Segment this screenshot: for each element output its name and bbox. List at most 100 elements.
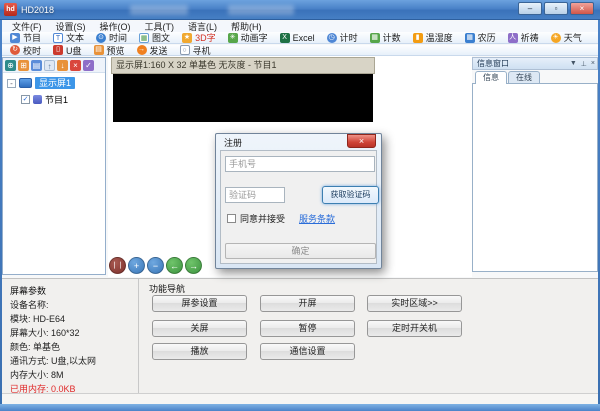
program-node-icon — [33, 95, 42, 104]
register-dialog: 注册 × 获取验证码 同意并接受 服务条款 确定 — [215, 133, 382, 269]
titlebar: hd HD2018 – ▫ × — [0, 0, 600, 20]
toolbar-item-weather[interactable]: ☀ 天气 — [550, 31, 582, 44]
paste-icon[interactable]: ▤ — [31, 59, 42, 71]
toolbar-primary: ▶ 节目 T 文本 ⊙ 时间 ▦ 图文 ★ 3D字 ✳ 动画字 X Excel ◷ 计时 ▦ 计数… — [2, 32, 598, 44]
close-button[interactable]: × — [570, 2, 594, 15]
tree-toolbar: ⊕ ⊞ ▤ ↑ ↓ × ✓ — [3, 58, 105, 73]
pause-button[interactable]: 暂停 — [260, 320, 355, 337]
toolbar-item-3d-text[interactable]: ★ 3D字 — [182, 31, 216, 44]
toolbar-item-timer[interactable]: ◷ 计时 — [326, 31, 358, 44]
toolbar-item-time-sync[interactable]: ↻ 校时 — [10, 44, 41, 57]
comm-settings-button[interactable]: 通信设置 — [260, 343, 355, 360]
ok-button[interactable]: 确定 — [225, 243, 376, 259]
collapse-panel-icon[interactable]: ▼ — [568, 60, 579, 67]
verification-code-input[interactable] — [225, 187, 285, 203]
tree-node-screen-label: 显示屏1 — [35, 77, 76, 89]
screen-settings-button[interactable]: 屏参设置 — [152, 295, 247, 312]
realtime-area-button[interactable]: 实时区域>> — [367, 295, 462, 312]
tree-node-program[interactable]: ✓ 节目1 — [17, 93, 105, 106]
toolbar-item-excel[interactable]: X Excel — [279, 32, 315, 43]
toolbar-item-counter[interactable]: ▦ 计数 — [369, 31, 401, 44]
minimize-button[interactable]: – — [518, 2, 542, 15]
app-logo-icon: hd — [4, 3, 17, 16]
collapse-icon[interactable]: - — [7, 78, 16, 88]
toolbar-item-prayer[interactable]: 人祈祷 — [507, 31, 539, 44]
time-icon: ⊙ — [96, 32, 107, 43]
program-checkbox[interactable]: ✓ — [21, 95, 30, 104]
info-panel-header: 信息窗口 ▼ ⊥ × — [472, 57, 598, 70]
phone-input[interactable] — [225, 156, 375, 172]
time-sync-icon: ↻ — [10, 45, 20, 55]
screen-caption: 显示屏1:160 X 32 单基色 无灰度 - 节目1 — [111, 57, 375, 74]
next-icon[interactable]: → — [185, 257, 202, 274]
close-panel-icon[interactable]: × — [589, 60, 597, 67]
copy-icon[interactable]: ⊞ — [18, 59, 29, 71]
timer-icon: ◷ — [326, 32, 337, 43]
play-button[interactable]: 播放 — [152, 343, 247, 360]
program-icon: ▶ — [10, 32, 20, 43]
toolbar-item-find-device[interactable]: ○ 寻机 — [179, 44, 211, 57]
param-memory-size: 内存大小: 8M — [10, 370, 64, 380]
get-code-button[interactable]: 获取验证码 — [322, 186, 379, 204]
pin-icon[interactable]: ⊥ — [579, 60, 589, 68]
toolbar-item-preview[interactable]: ▤ 预览 — [93, 44, 125, 57]
delete-icon[interactable]: × — [70, 59, 81, 71]
terms-link[interactable]: 服务条款 — [299, 212, 335, 225]
usb-drive-icon: ▯ — [53, 45, 64, 55]
image-text-icon: ▦ — [139, 32, 150, 43]
maximize-button[interactable]: ▫ — [544, 2, 568, 15]
find-device-icon: ○ — [179, 45, 190, 55]
open-screen-button[interactable]: 开屏 — [260, 295, 355, 312]
function-nav-panel: 功能导航 屏参设置 开屏 实时区域>> 关屏 暂停 定时开关机 播放 通信设置 — [139, 279, 472, 394]
window-border-bottom — [0, 404, 600, 411]
screen-params-title: 屏幕参数 — [10, 286, 47, 296]
dialog-close-button[interactable]: × — [347, 134, 376, 148]
param-comm-mode: 通讯方式: U盘,以太网 — [10, 356, 97, 366]
param-screen-size: 屏幕大小: 160*32 — [10, 328, 80, 338]
toolbar-item-send[interactable]: → 发送 — [136, 44, 168, 57]
zoom-out-icon[interactable]: − — [147, 257, 164, 274]
preview-icon: ▤ — [93, 45, 104, 55]
prayer-icon: 人 — [507, 32, 518, 43]
redacted-text — [228, 5, 294, 15]
dialog-body: 获取验证码 同意并接受 服务条款 确定 — [220, 150, 379, 264]
info-panel: 信息窗口 ▼ ⊥ × 信息 在线 — [472, 57, 598, 272]
info-panel-content — [472, 83, 598, 272]
toolbar-item-temperature[interactable]: ▮ 温湿度 — [412, 31, 453, 44]
status-bar — [2, 393, 598, 404]
lunar-calendar-icon: ▦ — [464, 32, 475, 43]
toolbar-item-lunar[interactable]: ▦ 农历 — [464, 31, 496, 44]
close-screen-button[interactable]: 关屏 — [152, 320, 247, 337]
zoom-in-icon[interactable]: + — [128, 257, 145, 274]
settings-icon[interactable]: ⊕ — [5, 59, 16, 71]
tab-info[interactable]: 信息 — [475, 71, 507, 84]
playback-controls: ❘❘ + − ← → — [109, 257, 202, 274]
toolbar-item-usb[interactable]: ▯ U盘 — [53, 44, 82, 57]
animated-text-icon: ✳ — [227, 32, 238, 43]
toolbar-item-image-text[interactable]: ▦ 图文 — [139, 31, 170, 44]
info-panel-title: 信息窗口 — [477, 59, 509, 68]
function-nav-title: 功能导航 — [149, 284, 186, 294]
tree-node-screen[interactable]: - 显示屏1 — [3, 77, 105, 89]
led-preview-screen[interactable] — [113, 74, 373, 122]
agree-checkbox[interactable] — [227, 214, 236, 223]
toolbar-item-time[interactable]: ⊙ 时间 — [96, 31, 127, 44]
pause-icon[interactable]: ❘❘ — [109, 257, 126, 274]
move-up-icon[interactable]: ↑ — [44, 59, 55, 71]
excel-icon: X — [279, 32, 290, 43]
agree-label: 同意并接受 — [240, 214, 286, 224]
toolbar-item-animated-text[interactable]: ✳ 动画字 — [227, 31, 268, 44]
param-module: 模块: HD-E64 — [10, 314, 66, 324]
toolbar-item-text[interactable]: T 文本 — [53, 31, 84, 44]
screen-params-panel: 屏幕参数 设备名称: 模块: HD-E64 屏幕大小: 160*32 颜色: 单… — [2, 279, 139, 394]
send-icon: → — [136, 45, 147, 55]
select-all-icon[interactable]: ✓ — [83, 59, 94, 71]
toolbar-secondary: ↻ 校时 ▯ U盘 ▤ 预览 → 发送 ○ 寻机 — [2, 45, 598, 56]
agree-row: 同意并接受 服务条款 — [227, 212, 335, 225]
move-down-icon[interactable]: ↓ — [57, 59, 68, 71]
window-title: HD2018 — [21, 4, 55, 15]
param-color: 颜色: 单基色 — [10, 342, 61, 352]
toolbar-item-program[interactable]: ▶ 节目 — [10, 31, 41, 44]
prev-icon[interactable]: ← — [166, 257, 183, 274]
timed-power-button[interactable]: 定时开关机 — [367, 320, 462, 337]
